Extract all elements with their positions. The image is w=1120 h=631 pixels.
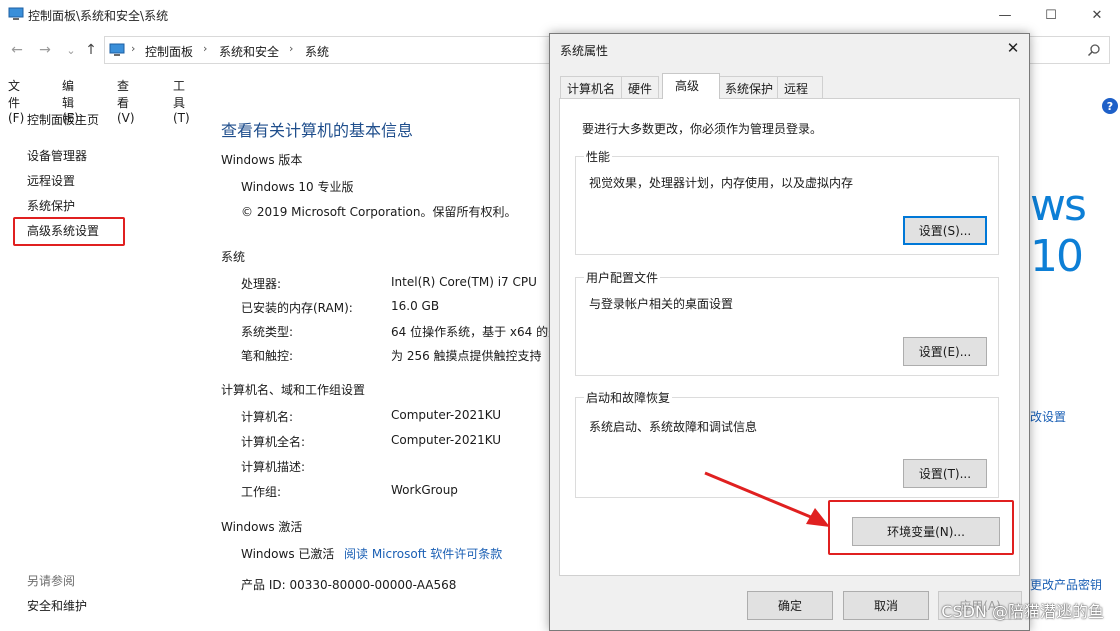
change-product-key-link[interactable]: 更改产品密钥	[1030, 576, 1102, 593]
window-title: 控制面板\系统和安全\系统	[28, 9, 169, 23]
tab-advanced[interactable]: 高级	[662, 73, 720, 99]
user-profiles-title: 用户配置文件	[584, 269, 661, 286]
windows10-logo: ws 10	[1030, 180, 1087, 282]
environment-variables-highlight	[828, 500, 1014, 555]
tab-computer-name[interactable]: 计算机名	[560, 76, 623, 98]
windows-edition-heading: Windows 版本	[221, 153, 303, 167]
startup-recovery-settings-button[interactable]: 设置(T)...	[903, 459, 987, 488]
ram-label: 已安装的内存(RAM):	[241, 301, 353, 315]
help-icon[interactable]: ?	[1102, 98, 1118, 114]
admin-note: 要进行大多数更改，你必须作为管理员登录。	[582, 122, 823, 136]
full-name-value: Computer-2021KU	[391, 433, 502, 447]
forward-arrow-icon[interactable]: →	[36, 41, 54, 59]
pen-touch-label: 笔和触控:	[241, 349, 294, 363]
title-bar: 控制面板\系统和安全\系统 — ☐ ✕	[0, 0, 1120, 30]
leftnav-system-protection[interactable]: 系统保护	[27, 197, 75, 214]
performance-title: 性能	[584, 148, 613, 165]
full-name-label: 计算机全名:	[241, 435, 306, 449]
control-panel-window: 控制面板\系统和安全\系统 — ☐ ✕ ← → ⌄ ↑ › 控制面板 › 系统和…	[0, 0, 1120, 631]
leftnav-device-manager[interactable]: 设备管理器	[27, 147, 87, 164]
startup-recovery-group: 启动和故障恢复 系统启动、系统故障和调试信息 设置(T)...	[575, 389, 999, 498]
leftnav-home[interactable]: 控制面板主页	[27, 111, 99, 128]
see-also-caption: 另请参阅	[27, 574, 76, 588]
ok-button[interactable]: 确定	[747, 591, 833, 620]
performance-group: 性能 视觉效果，处理器计划，内存使用，以及虚拟内存 设置(S)...	[575, 148, 999, 255]
user-profiles-settings-button[interactable]: 设置(E)...	[903, 337, 987, 366]
close-button[interactable]: ✕	[1074, 0, 1120, 30]
change-settings-link[interactable]: 改设置	[1030, 408, 1066, 425]
performance-settings-button[interactable]: 设置(S)...	[903, 216, 987, 245]
performance-desc: 视觉效果，处理器计划，内存使用，以及虚拟内存	[589, 176, 854, 190]
cancel-button[interactable]: 取消	[843, 591, 929, 620]
system-type-value: 64 位操作系统，基于 x64 的处	[391, 325, 561, 339]
license-terms-link[interactable]: 阅读 Microsoft 软件许可条款	[344, 545, 502, 562]
breadcrumb-system[interactable]: 系统	[305, 43, 329, 60]
product-id: 产品 ID: 00330-80000-00000-AA568	[241, 578, 457, 592]
breadcrumb-separator: ›	[131, 42, 136, 55]
maximize-button[interactable]: ☐	[1028, 0, 1074, 30]
search-icon[interactable]	[1087, 43, 1101, 57]
description-label: 计算机描述:	[241, 460, 306, 474]
breadcrumb-system-security[interactable]: 系统和安全	[219, 43, 279, 60]
workgroup-value: WorkGroup	[391, 483, 458, 497]
recent-locations-icon[interactable]: ⌄	[62, 41, 80, 59]
user-profiles-desc: 与登录帐户相关的桌面设置	[589, 297, 734, 311]
menu-view[interactable]: 查看(V)	[117, 77, 135, 125]
computer-icon	[8, 7, 24, 20]
menu-file[interactable]: 文件(F)	[8, 77, 24, 125]
leftnav-remote-settings[interactable]: 远程设置	[27, 172, 75, 189]
processor-value: Intel(R) Core(TM) i7 CPU	[391, 275, 537, 289]
activation-status: Windows 已激活	[241, 547, 335, 561]
breadcrumb-separator: ›	[289, 42, 294, 55]
close-icon[interactable]: ✕	[1003, 38, 1023, 58]
computer-icon	[109, 43, 125, 56]
computer-name-label: 计算机名:	[241, 410, 294, 424]
breadcrumb-control-panel[interactable]: 控制面板	[145, 43, 193, 60]
breadcrumb-separator: ›	[203, 42, 208, 55]
activation-heading: Windows 激活	[221, 520, 303, 534]
processor-label: 处理器:	[241, 277, 282, 291]
menu-tools[interactable]: 工具(T)	[173, 77, 190, 125]
computer-name-value: Computer-2021KU	[391, 408, 502, 422]
tab-remote[interactable]: 远程	[777, 76, 823, 98]
computer-name-heading: 计算机名、域和工作组设置	[221, 383, 366, 397]
tab-system-protection[interactable]: 系统保护	[718, 76, 781, 98]
system-type-label: 系统类型:	[241, 325, 294, 339]
startup-recovery-title: 启动和故障恢复	[584, 389, 673, 406]
advanced-settings-highlight	[13, 217, 125, 246]
up-arrow-icon[interactable]: ↑	[82, 41, 100, 59]
back-arrow-icon[interactable]: ←	[8, 41, 26, 59]
page-title: 查看有关计算机的基本信息	[221, 121, 414, 140]
leftnav-security-maintenance[interactable]: 安全和维护	[27, 597, 87, 614]
minimize-button[interactable]: —	[982, 0, 1028, 30]
csdn-watermark: CSDN @陪猫潜逃的鱼	[941, 602, 1104, 621]
startup-recovery-desc: 系统启动、系统故障和调试信息	[589, 420, 758, 434]
windows-edition-value: Windows 10 专业版	[241, 180, 354, 194]
pen-touch-value: 为 256 触摸点提供触控支持	[391, 349, 542, 363]
system-heading: 系统	[221, 250, 246, 264]
copyright-text: © 2019 Microsoft Corporation。保留所有权利。	[241, 205, 517, 219]
tab-hardware[interactable]: 硬件	[621, 76, 660, 98]
dialog-title: 系统属性	[560, 44, 609, 58]
ram-value: 16.0 GB	[391, 299, 440, 313]
workgroup-label: 工作组:	[241, 485, 282, 499]
user-profiles-group: 用户配置文件 与登录帐户相关的桌面设置 设置(E)...	[575, 269, 999, 376]
